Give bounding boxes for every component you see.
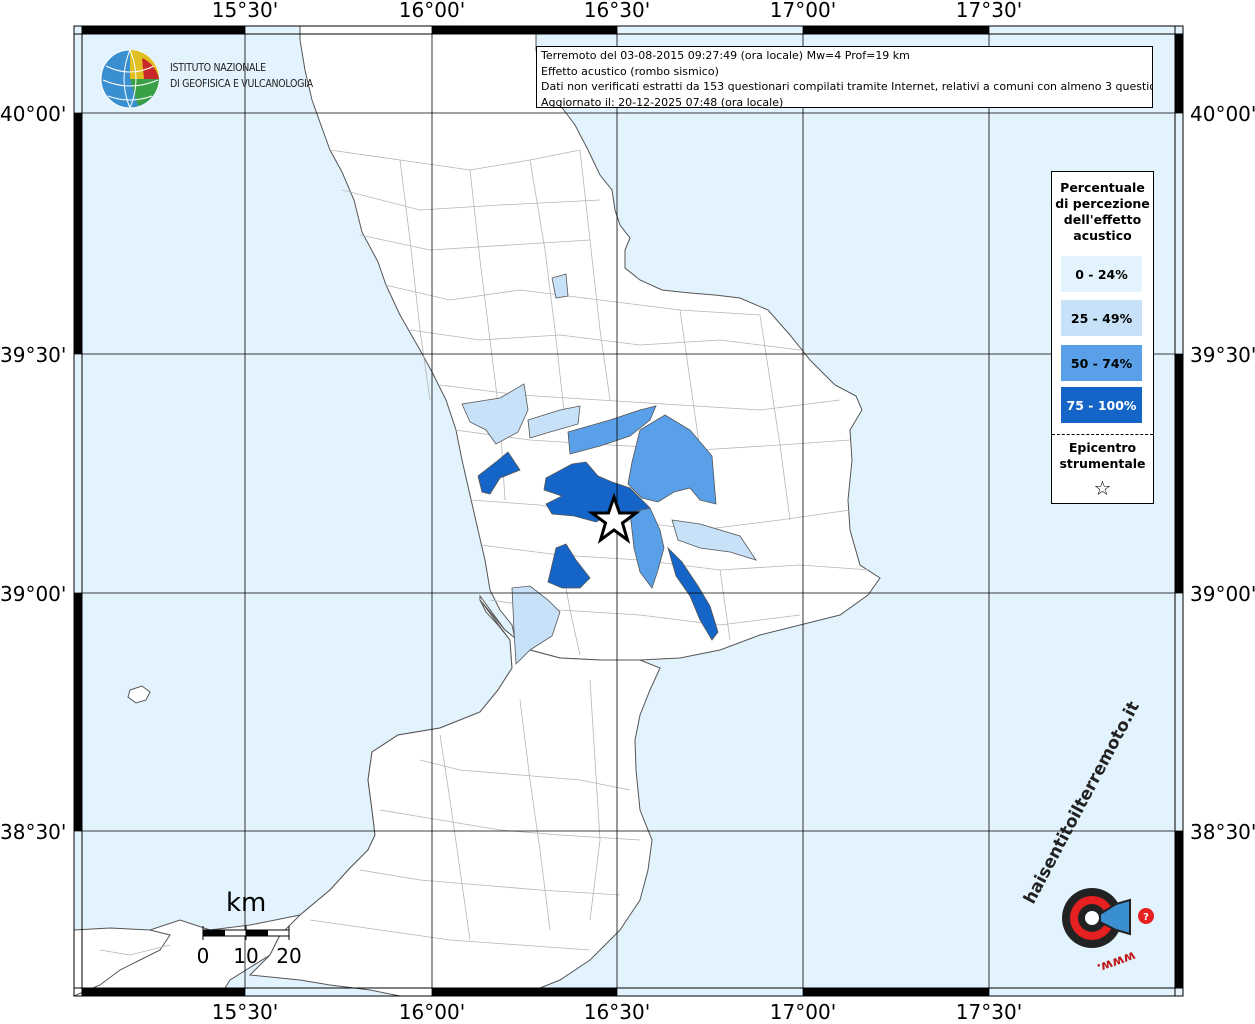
lat-tick-right: 39°00' [1190,582,1255,606]
lon-tick-top: 17°30' [955,0,1023,22]
lat-tick-left: 39°30' [0,343,67,367]
legend: Percentuale di percezione dell'effetto a… [1051,171,1154,504]
lat-tick-right: 38°30' [1190,820,1255,844]
legend-title: Percentuale di percezione dell'effetto a… [1052,180,1153,244]
lat-tick-right: 40°00' [1190,102,1255,126]
lon-tick-bottom: 17°30' [955,1000,1023,1024]
svg-text:?: ? [1143,912,1149,923]
lon-tick-top: 16°30' [583,0,651,22]
globe-icon [100,49,160,109]
scale-label-20: 20 [276,944,302,968]
lon-tick-bottom: 17°00' [769,1000,837,1024]
legend-star-icon: ☆ [1093,476,1112,500]
legend-title-line: Percentuale [1060,180,1145,195]
legend-title-line: di percezione [1055,196,1150,211]
scale-unit: km [226,888,267,918]
legend-title-line: dell'effetto [1063,212,1142,227]
legend-epicenter-line: Epicentro [1068,440,1137,455]
legend-epicenter-line: strumentale [1059,456,1146,471]
institute-line-1: ISTITUTO NAZIONALE [170,62,266,74]
lat-tick-right: 39°30' [1190,343,1255,367]
scale-bar: km 0 10 20 [190,888,310,968]
lon-tick-top: 16°00' [398,0,466,22]
legend-divider [1052,434,1153,435]
institute-line-2: DI GEOFISICA E VULCANOLOGIA [170,78,313,90]
lat-tick-left: 40°00' [0,102,67,126]
lat-tick-left: 38°30' [0,820,67,844]
hai-sentito-logo: ? haisentitoilterremoto.it www. [1020,698,1170,978]
lon-tick-top: 15°30' [211,0,279,22]
event-updated: Aggiornato il: 20-12-2025 07:48 (ora loc… [541,95,784,108]
legend-item-50-74: 50 - 74% [1061,345,1142,381]
lon-tick-top: 17°00' [769,0,837,22]
event-title: Terremoto del 03-08-2015 09:27:49 (ora l… [541,49,910,62]
event-info-box: Terremoto del 03-08-2015 09:27:49 (ora l… [536,46,1153,108]
lon-tick-bottom: 16°30' [583,1000,651,1024]
event-note: Dati non verificati estratti da 153 ques… [541,80,1153,93]
legend-epicenter-label: Epicentro strumentale [1052,440,1153,472]
ingv-logo: ISTITUTO NAZIONALE DI GEOFISICA E VULCAN… [98,48,318,110]
scale-label-10: 10 [233,944,259,968]
event-subtitle: Effetto acustico (rombo sismico) [541,64,719,78]
legend-item-25-49: 25 - 49% [1061,300,1142,336]
scale-label-0: 0 [196,944,210,968]
lon-tick-bottom: 16°00' [398,1000,466,1024]
lat-tick-left: 39°00' [0,582,67,606]
legend-item-0-24: 0 - 24% [1061,256,1142,292]
legend-title-line: acustico [1073,228,1132,243]
legend-item-75-100: 75 - 100% [1061,387,1142,423]
lon-tick-bottom: 15°30' [211,1000,279,1024]
